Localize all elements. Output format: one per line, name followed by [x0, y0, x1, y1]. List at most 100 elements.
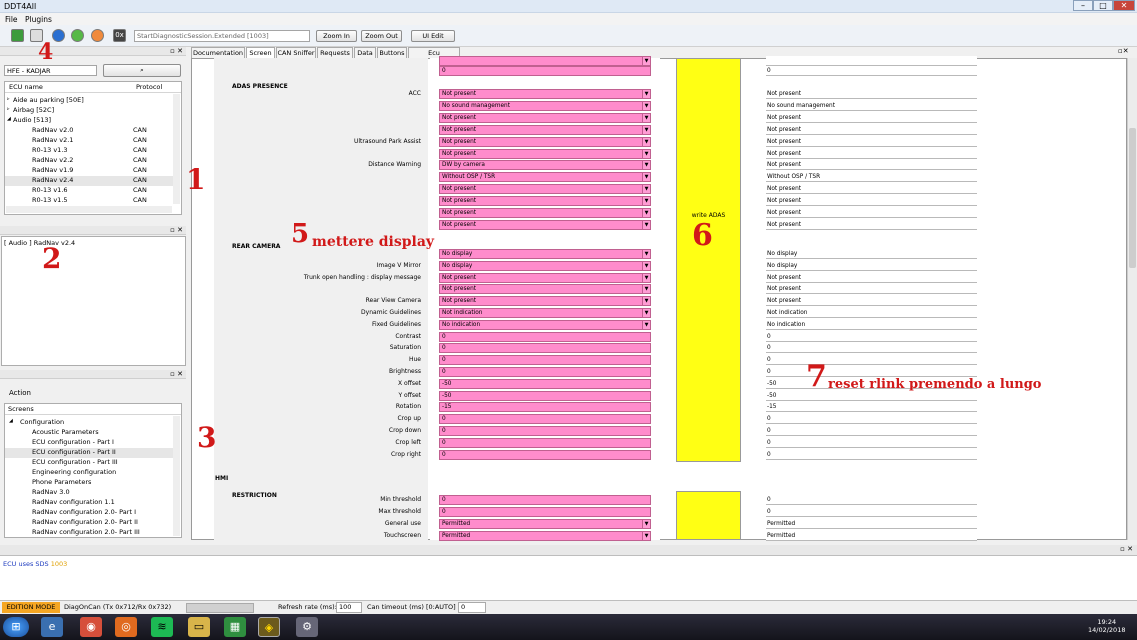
param-field[interactable]: 0 — [439, 449, 651, 460]
explorer-icon[interactable]: ▭ — [188, 617, 210, 637]
param-field[interactable]: Permitted ▼ — [439, 531, 651, 541]
screens-scrollbar[interactable] — [173, 416, 180, 536]
param-field[interactable]: No sound management ▼ — [439, 100, 651, 111]
search-ecu-button[interactable]: ⌕ — [103, 64, 181, 77]
main-dock-controls[interactable]: ▫✕ — [1118, 47, 1129, 55]
dropdown-arrow-icon[interactable]: ▼ — [642, 297, 650, 306]
param-field[interactable]: DW by camera ▼ — [439, 160, 651, 171]
param-field[interactable]: 0 — [439, 507, 651, 517]
connect-icon[interactable] — [11, 29, 24, 42]
ecu-tree-item[interactable]: RadNav v2.2 CAN — [5, 156, 175, 166]
param-field[interactable]: 0 — [439, 426, 651, 436]
tool-icon[interactable]: ⚙ — [296, 617, 318, 637]
screen-item[interactable]: ECU configuration - Part I — [5, 438, 175, 448]
spotify-icon[interactable]: ≋ — [151, 617, 173, 637]
param-field[interactable]: 0 — [439, 331, 651, 342]
dropdown-arrow-icon[interactable]: ▼ — [642, 185, 650, 194]
selected-ecu[interactable]: [ Audio ] RadNav v2.4 — [4, 239, 75, 247]
dropdown-arrow-icon[interactable]: ▼ — [642, 250, 650, 258]
param-field[interactable]: Without OSP / TSR ▼ — [439, 172, 651, 183]
dock-close-icon[interactable]: ▫ ✕ — [170, 370, 183, 378]
param-field[interactable]: Not present ▼ — [439, 89, 651, 99]
screen-item[interactable]: RadNav configuration 1.1 — [5, 498, 175, 508]
dropdown-arrow-icon[interactable]: ▼ — [642, 149, 650, 158]
screens-header[interactable]: Screens — [5, 404, 181, 415]
param-field[interactable]: Not present ▼ — [439, 284, 651, 295]
ui-edit-button[interactable]: UI Edit — [411, 30, 455, 42]
zoom-out-button[interactable]: Zoom Out — [361, 30, 402, 42]
ecu-tree-item[interactable]: ▹ Airbag [52C] — [5, 106, 175, 116]
param-field[interactable]: Not present ▼ — [439, 124, 651, 135]
dropdown-arrow-icon[interactable]: ▼ — [642, 137, 650, 146]
expander-icon[interactable]: ◢ — [7, 116, 11, 122]
screen-scrollbar[interactable] — [1127, 58, 1137, 540]
param-field[interactable]: Not indication ▼ — [439, 308, 651, 318]
param-field[interactable]: 0 — [439, 343, 651, 354]
param-field[interactable]: No display ▼ — [439, 249, 651, 259]
param-field[interactable]: Not present ▼ — [439, 112, 651, 123]
param-field[interactable]: -50 — [439, 378, 651, 389]
tab-requests[interactable]: Requests — [317, 47, 353, 58]
refresh-rate-input[interactable]: 100 — [336, 602, 362, 613]
screen-item[interactable]: Engineering configuration — [5, 468, 175, 478]
param-field[interactable]: -15 — [439, 402, 651, 413]
dropdown-arrow-icon[interactable]: ▼ — [642, 161, 650, 170]
screen-item[interactable]: ECU configuration - Part III — [5, 458, 175, 468]
param-field[interactable]: Not present ▼ — [439, 219, 651, 230]
ecu-tree-item[interactable]: RadNav v1.9 CAN — [5, 166, 175, 176]
chrome-icon[interactable]: ◉ — [80, 617, 102, 637]
param-field[interactable]: Not present ▼ — [439, 184, 651, 195]
screen-item[interactable]: RadNav 3.0 — [5, 488, 175, 498]
ecu-tree-item[interactable]: R0-13 v1.3 CAN — [5, 146, 175, 156]
tab-buttons[interactable]: Buttons — [377, 47, 407, 58]
tab-screen[interactable]: Screen — [246, 47, 275, 58]
hex-icon[interactable]: 0x — [113, 29, 126, 42]
vehicle-select[interactable]: HFE - KADJAR — [4, 65, 97, 76]
screen-item[interactable]: Phone Parameters — [5, 478, 175, 488]
minimize-button[interactable]: – — [1073, 0, 1093, 11]
ecu-tree-item[interactable]: ▹ Aide au parking [50E] — [5, 96, 175, 106]
bluetooth-icon[interactable] — [52, 29, 65, 42]
maximize-button[interactable]: □ — [1093, 0, 1113, 11]
dropdown-arrow-icon[interactable]: ▼ — [642, 90, 650, 98]
param-field[interactable]: 0 — [439, 495, 651, 505]
param-field[interactable]: 0 — [439, 437, 651, 448]
dropdown-arrow-icon[interactable]: ▼ — [642, 220, 650, 229]
param-field[interactable]: No indication ▼ — [439, 319, 651, 330]
expander-icon[interactable]: ▹ — [7, 106, 10, 112]
param-field[interactable]: No display ▼ — [439, 260, 651, 271]
dropdown-arrow-icon[interactable]: ▼ — [642, 57, 650, 65]
tab-documentation[interactable]: Documentation — [191, 47, 245, 58]
refresh-icon[interactable] — [71, 29, 84, 42]
dropdown-arrow-icon[interactable]: ▼ — [642, 209, 650, 217]
param-field[interactable]: Not present ▼ — [439, 208, 651, 218]
write-adas-button[interactable]: write ADAS — [676, 58, 741, 462]
start-icon[interactable]: ⊞ — [3, 617, 29, 637]
ecu-tree-item[interactable]: R0-13 v1.6 CAN — [5, 186, 175, 196]
ecu-tree-item[interactable]: R0-13 v1.5 CAN — [5, 196, 175, 206]
ddt4all-icon[interactable]: ◈ — [258, 617, 280, 637]
screen-item[interactable]: ◢ Configuration — [5, 418, 175, 428]
param-field[interactable]: ▼ — [439, 56, 651, 66]
dock-close-icon[interactable]: ▫ ✕ — [170, 226, 183, 234]
dropdown-arrow-icon[interactable]: ▼ — [642, 285, 650, 294]
dropdown-arrow-icon[interactable]: ▼ — [642, 125, 650, 134]
screen-item[interactable]: ECU configuration - Part II — [5, 448, 175, 458]
screen-item[interactable]: RadNav configuration 2.0- Part II — [5, 518, 175, 528]
screen-item[interactable]: RadNav configuration 2.0- Part III — [5, 528, 175, 538]
param-field[interactable]: Permitted ▼ — [439, 519, 651, 529]
ecu-tree-item[interactable]: RadNav v2.0 CAN — [5, 126, 175, 136]
param-field[interactable]: 0 — [439, 414, 651, 425]
param-field[interactable]: 0 — [439, 367, 651, 377]
dropdown-arrow-icon[interactable]: ▼ — [642, 113, 650, 122]
dropdown-arrow-icon[interactable]: ▼ — [642, 520, 650, 528]
ecu-tree-item[interactable]: RadNav v2.4 CAN — [5, 176, 175, 186]
param-field[interactable]: Not present ▼ — [439, 296, 651, 307]
param-field[interactable]: -50 — [439, 390, 651, 401]
dropdown-arrow-icon[interactable]: ▼ — [642, 532, 650, 540]
ecu-tree-item[interactable]: RadNav v2.1 CAN — [5, 136, 175, 146]
dropdown-arrow-icon[interactable]: ▼ — [642, 173, 650, 182]
menu-file[interactable]: File — [5, 15, 18, 24]
expander-icon[interactable]: ▹ — [7, 96, 10, 102]
ecu-tree-item[interactable]: ◢ Audio [513] — [5, 116, 175, 126]
